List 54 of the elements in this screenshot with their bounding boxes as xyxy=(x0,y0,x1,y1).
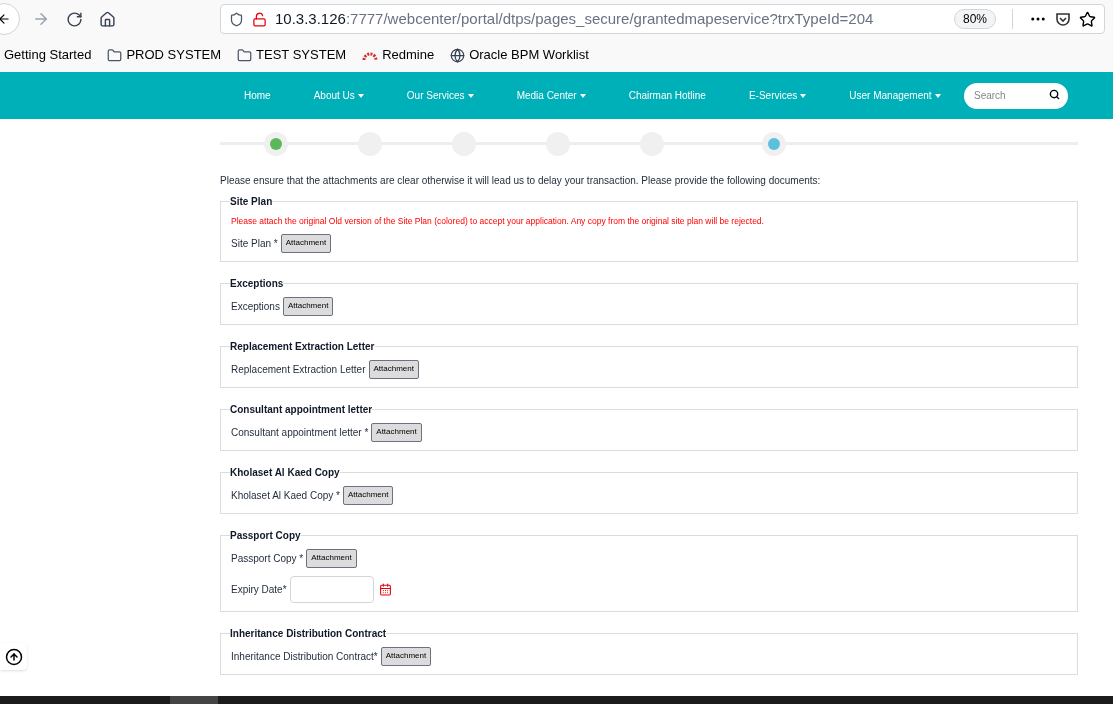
search-icon[interactable] xyxy=(1049,89,1060,101)
attachment-button[interactable]: Attachment xyxy=(342,485,394,505)
calendar-icon[interactable] xyxy=(378,582,392,596)
scroll-thumb xyxy=(170,696,218,704)
reload-button[interactable] xyxy=(66,10,83,28)
section-title: Replacement Extraction Letter xyxy=(230,339,375,354)
star-icon[interactable] xyxy=(1079,10,1096,28)
pocket-icon[interactable] xyxy=(1055,11,1071,27)
section-title: Site Plan xyxy=(230,195,273,209)
bookmark-item[interactable]: Oracle BPM Worklist xyxy=(446,45,589,65)
field-label: Expiry Date* xyxy=(231,582,287,597)
bookmark-item[interactable]: PROD SYSTEM xyxy=(103,45,222,65)
section-title: Inheritance Distribution Contract xyxy=(230,626,387,641)
globe-icon xyxy=(450,47,466,63)
folder-icon xyxy=(237,47,253,63)
attachment-button[interactable]: Attachment xyxy=(368,359,419,379)
attachment-button[interactable]: Attachment xyxy=(306,548,357,568)
field-label: Inheritance Distribution Contract* xyxy=(231,649,378,664)
attachment-button[interactable]: Attachment xyxy=(280,233,332,253)
insecure-lock-icon xyxy=(252,11,267,27)
arc-icon xyxy=(362,50,379,60)
field-label: Kholaset Al Kaed Copy * xyxy=(231,488,340,503)
folder-icon xyxy=(107,47,123,63)
section-title: Exceptions xyxy=(230,276,284,291)
shield-icon xyxy=(229,11,244,27)
section-title: Consultant appointment letter xyxy=(230,402,373,417)
field-label: Consultant appointment letter * xyxy=(231,425,369,440)
field-label: Replacement Extraction Letter xyxy=(231,362,366,377)
search-field[interactable]: Search xyxy=(964,82,1068,109)
back-arrow-icon xyxy=(0,12,11,26)
caret-icon xyxy=(467,93,474,98)
home-button[interactable] xyxy=(99,10,116,28)
section-title: Passport Copy xyxy=(230,528,301,543)
scroll-top-button[interactable] xyxy=(0,643,27,670)
bookmark-item[interactable]: Redmine xyxy=(358,45,435,65)
intro-text: Please ensure that the attachments are clear otherwise it will lead us to delay your transaction. Please provide the following documents: xyxy=(220,174,822,188)
field-label: Exceptions xyxy=(231,299,280,314)
caret-icon xyxy=(934,93,941,98)
warning-text: Please attach the original Old version of the Site Plan (colored) to accept your application. Any copy from the original site plan will be rejected. xyxy=(231,215,765,228)
url-text: 10.3.3.126:7777/webcenter/portal/dtps/pages_secure/grantedmapeservice?trxTypeId=204 xyxy=(275,8,874,29)
caret-icon xyxy=(800,93,807,98)
caret-icon xyxy=(357,93,364,98)
attachment-button[interactable]: Attachment xyxy=(282,296,334,316)
zoom-badge[interactable]: 80% xyxy=(953,9,996,29)
bookmark-item[interactable]: Getting Started xyxy=(0,45,92,65)
bookmark-item[interactable]: TEST SYSTEM xyxy=(233,45,347,65)
attachment-button[interactable]: Attachment xyxy=(380,646,432,666)
field-label: Site Plan * xyxy=(231,236,278,251)
date-input[interactable] xyxy=(289,575,374,603)
attachment-button[interactable]: Attachment xyxy=(371,422,422,442)
section-title: Kholaset Al Kaed Copy xyxy=(230,465,340,480)
caret-icon xyxy=(579,93,586,98)
field-label: Passport Copy * xyxy=(231,551,304,566)
address-bar[interactable]: 10.3.3.126:7777/webcenter/portal/dtps/pages_secure/grantedmapeservice?trxTypeId=204 80% xyxy=(220,4,1105,34)
